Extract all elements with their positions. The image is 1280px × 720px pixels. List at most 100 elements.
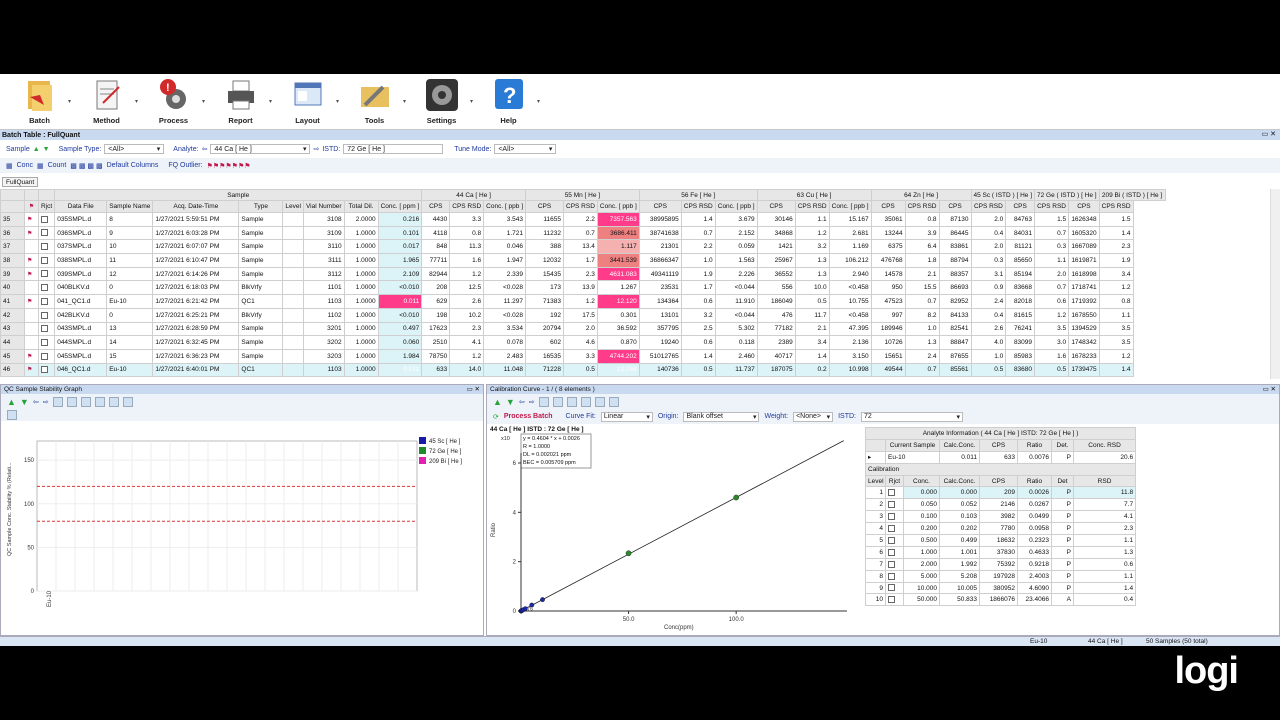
dropdown-arrow-icon[interactable]: ▾ bbox=[537, 98, 540, 105]
reject-checkbox[interactable] bbox=[885, 545, 904, 559]
tune-mode-select[interactable]: <All> ▾ bbox=[494, 144, 557, 154]
calibration-row[interactable]: 10 50.000 50.833 1866076 23.4066 A 0.4 bbox=[865, 593, 1137, 607]
analyte-next-icon[interactable]: ⇨ bbox=[313, 145, 319, 153]
up-arrow-icon[interactable]: ▲ bbox=[493, 397, 502, 407]
dropdown-arrow-icon[interactable]: ▾ bbox=[403, 98, 406, 105]
column-group-header[interactable]: 56 Fe [ He ] bbox=[638, 189, 758, 201]
conc-button[interactable]: Conc bbox=[17, 162, 33, 169]
up-arrow-icon[interactable]: ▲ bbox=[7, 397, 16, 407]
column-header[interactable]: CPS RSD bbox=[904, 200, 940, 213]
ribbon-settings-button[interactable]: Settings ▾ bbox=[408, 74, 475, 130]
column-header[interactable]: CPS RSD bbox=[1098, 200, 1134, 213]
column-header[interactable]: CPS bbox=[1005, 200, 1036, 213]
column-header[interactable]: Data File bbox=[54, 200, 108, 213]
window-buttons-icon[interactable]: ▭ ✕ bbox=[1262, 130, 1276, 138]
conc-icon[interactable]: ▦ bbox=[6, 162, 13, 170]
reject-checkbox[interactable] bbox=[37, 321, 56, 337]
column-header[interactable]: Conc. [ ppb ] bbox=[828, 200, 872, 213]
elements-icon[interactable] bbox=[552, 396, 563, 407]
column-group-header[interactable]: 209 Bi ( ISTD ) [ He ] bbox=[1098, 189, 1166, 201]
down-arrow-icon[interactable]: ▼ bbox=[20, 397, 29, 407]
reject-checkbox[interactable] bbox=[885, 498, 904, 512]
row-number[interactable]: 46 bbox=[0, 362, 25, 378]
column-group-header[interactable]: 63 Cu [ He ] bbox=[756, 189, 872, 201]
row-number[interactable]: 38 bbox=[0, 253, 25, 268]
column-header[interactable]: CPS RSD bbox=[680, 200, 716, 213]
default-columns-button[interactable]: Default Columns bbox=[107, 162, 159, 169]
table-row[interactable]: 43 043SMPL.d 13 1/27/2021 6:28:59 PM Sample 3… bbox=[0, 321, 1166, 337]
reject-checkbox[interactable] bbox=[885, 522, 904, 536]
column-header[interactable]: CPS bbox=[870, 200, 906, 213]
ribbon-method-button[interactable]: Method ▾ bbox=[73, 74, 140, 130]
prev-icon[interactable]: ⇦ bbox=[519, 398, 525, 406]
table-row[interactable]: 44 044SMPL.d 14 1/27/2021 6:32:45 PM Sample 3… bbox=[0, 335, 1166, 350]
sample-type-select[interactable]: <All> ▾ bbox=[104, 144, 165, 154]
down-arrow-icon[interactable]: ▼ bbox=[506, 397, 515, 407]
reject-checkbox[interactable] bbox=[37, 212, 56, 227]
reject-checkbox[interactable] bbox=[37, 266, 56, 282]
pane-close-icon[interactable]: ▭ ✕ bbox=[1263, 385, 1276, 394]
calibration-row[interactable]: 4 0.200 0.202 7780 0.0958 P 2.3 bbox=[865, 522, 1137, 536]
curve-fit-select[interactable]: Linear ▾ bbox=[600, 411, 653, 422]
reject-checkbox[interactable] bbox=[885, 486, 904, 500]
row-number[interactable]: 36 bbox=[0, 225, 25, 241]
column-header[interactable]: Rjct bbox=[37, 200, 56, 213]
scale-icon[interactable] bbox=[608, 396, 619, 407]
column-group-header[interactable]: Sample bbox=[54, 189, 423, 201]
reject-checkbox[interactable] bbox=[885, 534, 904, 547]
ribbon-process-button[interactable]: ! Process ▾ bbox=[140, 74, 207, 130]
table-row[interactable]: 36 ⚑ 036SMPL.d 9 1/27/2021 6:03:28 PM Sample 3… bbox=[0, 225, 1166, 241]
dropdown-arrow-icon[interactable]: ▾ bbox=[269, 98, 272, 105]
column-header[interactable]: CPS bbox=[1068, 200, 1100, 213]
reject-checkbox[interactable] bbox=[37, 280, 56, 296]
column-header[interactable]: CPS RSD bbox=[1034, 200, 1070, 213]
column-header[interactable]: Acq. Date-Time bbox=[152, 200, 240, 213]
row-number[interactable]: 41 bbox=[0, 294, 25, 309]
column-group-header[interactable]: 64 Zn [ He ] bbox=[870, 189, 972, 201]
batch-table-scrollbar[interactable] bbox=[1270, 189, 1280, 379]
graph-icon[interactable] bbox=[580, 396, 591, 407]
scale-icon[interactable] bbox=[80, 396, 91, 407]
row-number[interactable]: 39 bbox=[0, 266, 25, 282]
column-header[interactable]: CPS RSD bbox=[563, 200, 598, 213]
row-number[interactable]: 44 bbox=[0, 335, 25, 350]
process-batch-button[interactable]: Process Batch bbox=[504, 413, 553, 420]
dropdown-arrow-icon[interactable]: ▾ bbox=[135, 98, 138, 105]
ribbon-tools-button[interactable]: Tools ▾ bbox=[341, 74, 408, 130]
graph-icon[interactable] bbox=[94, 396, 105, 407]
table-row[interactable]: 42 042BLKV.d 0 1/27/2021 6:25:21 PM BlkVrfy 1… bbox=[0, 307, 1166, 323]
axis-icon[interactable] bbox=[594, 396, 605, 407]
ribbon-help-button[interactable]: ? Help ▾ bbox=[475, 74, 542, 130]
axis-icon[interactable] bbox=[122, 396, 133, 407]
row-number[interactable]: 40 bbox=[0, 280, 25, 296]
table-row[interactable]: 38 ⚑ 038SMPL.d 11 1/27/2021 6:10:47 PM Sample… bbox=[0, 253, 1166, 268]
prev-icon[interactable]: ⇦ bbox=[33, 398, 39, 406]
analyte-select[interactable]: 44 Ca [ He ] ▾ bbox=[210, 144, 311, 154]
fit-icon[interactable] bbox=[66, 396, 77, 407]
tab-fullquant[interactable]: FullQuant bbox=[2, 177, 39, 187]
table-row[interactable]: 40 040BLKV.d 0 1/27/2021 6:18:03 PM BlkVrfy 1… bbox=[0, 280, 1166, 296]
calibration-row[interactable]: 8 5.000 5.208 197928 2.4003 P 1.1 bbox=[865, 569, 1137, 583]
column-header[interactable]: Conc. [ ppm ] bbox=[377, 200, 423, 213]
count-button[interactable]: Count bbox=[48, 162, 67, 169]
table-row[interactable]: 41 ⚑ 041_QC1.d Eu-10 1/27/2021 6:21:42 PM QC1… bbox=[0, 294, 1166, 309]
column-group-header[interactable]: 44 Ca [ He ] bbox=[421, 189, 527, 201]
ribbon-report-button[interactable]: Report ▾ bbox=[207, 74, 274, 130]
count-icon[interactable]: ▦ bbox=[37, 162, 44, 170]
table-row[interactable]: 37 037SMPL.d 10 1/27/2021 6:07:07 PM Sample 3… bbox=[0, 239, 1166, 255]
calibration-row[interactable]: 6 1.000 1.001 37830 0.4633 P 1.3 bbox=[865, 545, 1137, 559]
reject-checkbox[interactable] bbox=[37, 253, 56, 268]
dropdown-arrow-icon[interactable]: ▾ bbox=[202, 98, 205, 105]
reject-checkbox[interactable] bbox=[885, 581, 904, 595]
reject-checkbox[interactable] bbox=[37, 335, 56, 350]
column-header[interactable]: CPS bbox=[421, 200, 451, 213]
column-header[interactable]: Vial Number bbox=[302, 200, 345, 213]
next-icon[interactable]: ⇨ bbox=[529, 398, 535, 406]
table-row[interactable]: 39 ⚑ 039SMPL.d 12 1/27/2021 6:14:26 PM Sample… bbox=[0, 266, 1166, 282]
grid-view-icon[interactable] bbox=[538, 396, 549, 407]
reject-checkbox[interactable] bbox=[885, 569, 904, 583]
dropdown-arrow-icon[interactable]: ▾ bbox=[336, 98, 339, 105]
column-header[interactable]: CPS bbox=[525, 200, 565, 213]
refresh-icon[interactable]: ⟳ bbox=[493, 413, 499, 421]
table-row[interactable]: 46 ⚑ 046_QC1.d Eu-10 1/27/2021 6:40:01 PM QC1… bbox=[0, 362, 1166, 378]
